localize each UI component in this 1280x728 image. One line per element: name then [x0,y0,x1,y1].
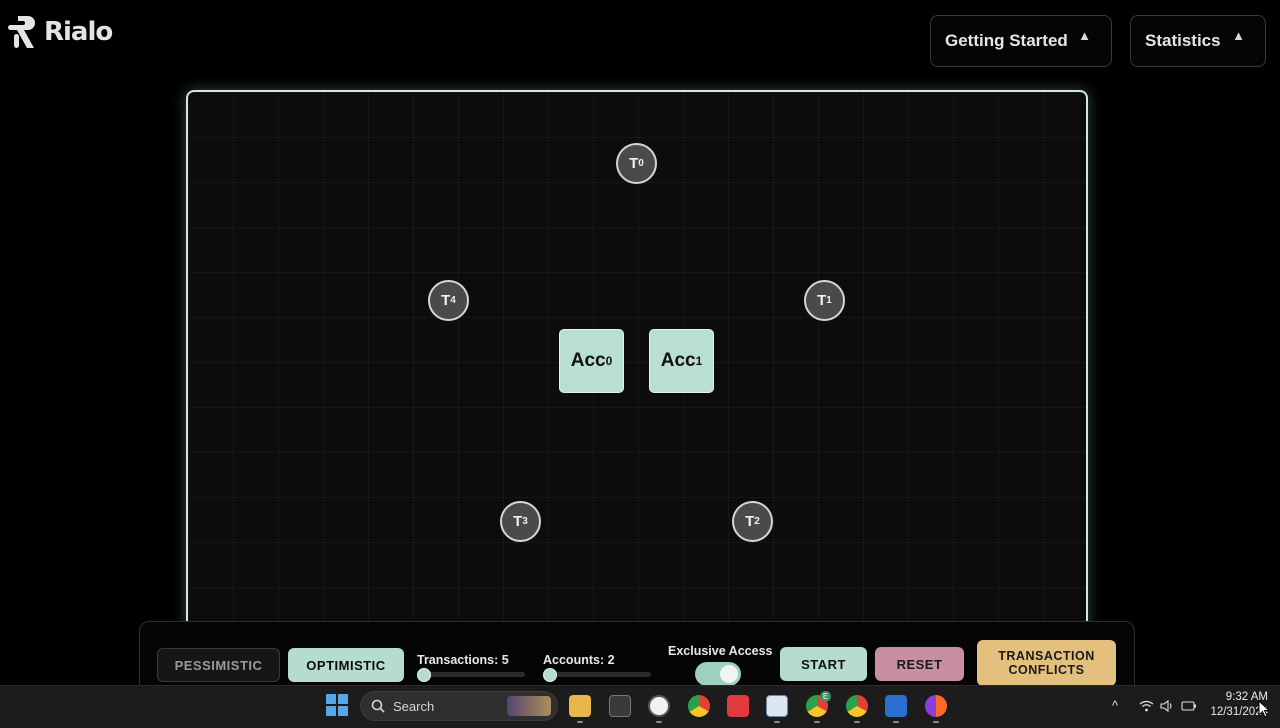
account-node-1[interactable]: Acc 1 [649,329,714,393]
accounts-slider-thumb[interactable] [543,668,557,682]
transaction-node-label: T [817,292,827,309]
transaction-node-label: T [441,292,451,309]
transaction-node-index: 3 [522,516,528,527]
notepad-icon[interactable] [766,695,788,717]
transaction-node-index: 4 [450,295,456,306]
transaction-conflicts-line1: TRANSACTION [998,649,1095,663]
transactions-slider-label: Transactions: 5 [417,653,509,667]
transaction-node-index: 0 [638,158,644,169]
battery-icon[interactable] [1181,700,1197,712]
transaction-node-2[interactable]: T2 [732,501,773,542]
exclusive-access-label: Exclusive Access [668,644,773,658]
start-button[interactable]: START [780,647,867,681]
running-indicator [774,721,780,723]
accounts-slider-label: Accounts: 2 [543,653,615,667]
running-indicator [577,721,583,723]
tray-chevron-up-icon[interactable]: ^ [1112,698,1118,713]
transaction-node-index: 2 [754,516,760,527]
getting-started-dropdown[interactable]: Getting Started ▲ [930,15,1112,67]
caret-up-icon: ▲ [1232,28,1245,43]
taskbar-search[interactable]: Search [360,691,558,721]
rialo-logo-icon [8,16,35,48]
reset-button[interactable]: RESET [875,647,964,681]
account-node-label: Acc [660,350,696,371]
running-indicator [893,721,899,723]
firefox-icon[interactable] [925,695,947,717]
accounts-slider-track[interactable] [544,672,651,677]
transaction-node-1[interactable]: T1 [804,280,845,321]
clock-app-icon[interactable] [648,695,670,717]
windows-start-icon[interactable] [326,694,348,716]
rialo-logo[interactable]: Rialo [8,14,113,50]
transaction-node-label: T [629,155,639,172]
search-placeholder: Search [393,698,435,714]
running-indicator [933,721,939,723]
logo-text: Rialo [44,17,113,47]
mouse-cursor-icon [1258,700,1270,718]
profile-badge: E [820,691,831,702]
transactions-slider-thumb[interactable] [417,668,431,682]
optimistic-button[interactable]: OPTIMISTIC [288,648,404,682]
transaction-conflicts-button[interactable]: TRANSACTION CONFLICTS [977,640,1116,686]
running-indicator [656,721,662,723]
pessimistic-button[interactable]: PESSIMISTIC [157,648,280,682]
running-indicator [854,721,860,723]
transaction-node-label: T [745,513,755,530]
account-node-label: Acc [570,350,606,371]
chrome-icon[interactable] [846,695,868,717]
transaction-node-label: T [513,513,523,530]
volume-icon[interactable] [1160,700,1173,712]
pen-app-icon[interactable] [885,695,907,717]
wifi-icon[interactable] [1139,700,1154,712]
account-node-index: 1 [695,354,703,368]
transaction-node-0[interactable]: T0 [616,143,657,184]
file-explorer-icon[interactable] [569,695,591,717]
getting-started-label: Getting Started [945,31,1068,50]
transactions-slider-track[interactable] [418,672,525,677]
search-highlight-icon [507,696,551,716]
calculator-icon[interactable] [609,695,631,717]
statistics-label: Statistics [1145,31,1221,50]
todo-app-icon[interactable] [727,695,749,717]
caret-up-icon: ▲ [1078,28,1091,43]
account-node-index: 0 [605,354,613,368]
taskbar [0,685,1280,728]
account-node-0[interactable]: Acc 0 [559,329,624,393]
transaction-node-index: 1 [826,295,832,306]
exclusive-access-toggle-knob[interactable] [720,665,738,683]
statistics-dropdown[interactable]: Statistics ▲ [1130,15,1266,67]
transaction-conflicts-line2: CONFLICTS [1008,663,1085,677]
search-icon [371,699,385,713]
running-indicator [814,721,820,723]
chrome-icon[interactable] [688,695,710,717]
transaction-node-3[interactable]: T3 [500,501,541,542]
transaction-node-4[interactable]: T4 [428,280,469,321]
